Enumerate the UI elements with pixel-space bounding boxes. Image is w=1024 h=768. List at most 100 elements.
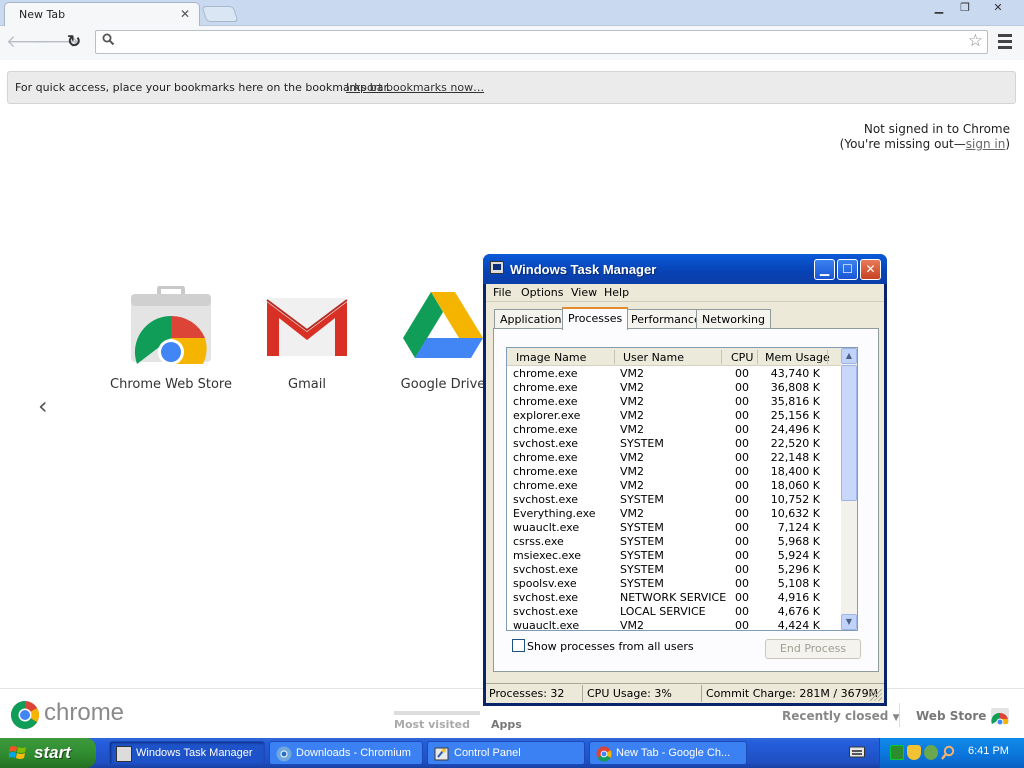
new-tab-button[interactable] (201, 6, 239, 22)
menu-options[interactable]: Options (521, 286, 563, 299)
app-tile-gmail[interactable]: Gmail (239, 286, 375, 392)
keyboard-icon[interactable] (849, 745, 865, 759)
taskbar-item-downloads[interactable]: Downloads - Chromium (269, 741, 423, 765)
address-bar[interactable]: ☆ (95, 30, 988, 54)
recently-closed-link[interactable]: Recently closed ▼ (782, 709, 899, 723)
menu-help[interactable]: Help (604, 286, 629, 299)
process-user-name: VM2 (620, 423, 645, 436)
minimize-icon[interactable]: ▁ (814, 259, 835, 280)
security-shield-icon[interactable] (907, 745, 921, 760)
process-row[interactable]: msiexec.exe SYSTEM 00 5,924 K (507, 549, 842, 563)
reload-icon[interactable]: ↻ (62, 31, 86, 55)
process-mem-usage: 4,916 K (777, 591, 820, 604)
tab-processes[interactable]: Processes (562, 307, 629, 330)
tab-networking[interactable]: Networking (696, 309, 771, 329)
bookmark-star-icon[interactable]: ☆ (968, 31, 983, 51)
close-icon[interactable]: ✕ (860, 259, 881, 280)
column-mem-usage[interactable]: Mem Usage (765, 351, 830, 364)
restore-icon[interactable]: ❐ (952, 1, 978, 17)
process-user-name: SYSTEM (620, 563, 664, 576)
show-all-users-option[interactable]: Show processes from all users (512, 639, 694, 653)
process-row[interactable]: chrome.exe VM2 00 36,808 K (507, 381, 842, 395)
process-list[interactable]: Image Name User Name CPU Mem Usage chrom… (506, 347, 858, 631)
taskbar-item-task-manager[interactable]: Windows Task Manager (109, 741, 265, 765)
menu-file[interactable]: File (493, 286, 511, 299)
taskbar-item-control-panel[interactable]: Control Panel (427, 741, 585, 765)
process-row[interactable]: chrome.exe VM2 00 43,740 K (507, 367, 842, 381)
process-row[interactable]: chrome.exe VM2 00 18,400 K (507, 465, 842, 479)
taskbar-item-new-tab[interactable]: New Tab - Google Ch... (589, 741, 747, 765)
show-all-users-checkbox[interactable] (512, 639, 525, 652)
process-row[interactable]: chrome.exe VM2 00 24,496 K (507, 423, 842, 437)
process-cpu: 00 (735, 619, 749, 631)
process-row[interactable]: explorer.exe VM2 00 25,156 K (507, 409, 842, 423)
scroll-down-icon[interactable]: ▼ (841, 614, 857, 630)
minimize-icon[interactable]: ▁ (926, 1, 952, 17)
updates-icon[interactable] (924, 745, 938, 760)
process-mem-usage: 22,520 K (770, 437, 820, 450)
process-row[interactable]: svchost.exe LOCAL SERVICE 00 4,676 K (507, 605, 842, 619)
taskbar-item-label: Downloads - Chromium (296, 747, 411, 759)
scroll-up-icon[interactable]: ▲ (841, 348, 857, 364)
process-row[interactable]: svchost.exe NETWORK SERVICE 00 4,916 K (507, 591, 842, 605)
chrome-menu-icon[interactable] (998, 31, 1014, 53)
maximize-icon[interactable]: ☐ (837, 259, 858, 280)
import-bookmarks-link[interactable]: Import bookmarks now… (346, 81, 484, 94)
search-icon[interactable] (941, 745, 955, 760)
windows-flag-icon (9, 746, 26, 759)
process-row[interactable]: chrome.exe VM2 00 22,148 K (507, 451, 842, 465)
network-icon[interactable] (890, 745, 904, 760)
task-manager-titlebar[interactable]: Windows Task Manager ▁ ☐ ✕ (483, 254, 887, 284)
column-cpu[interactable]: CPU (731, 351, 753, 364)
chrome-web-store-icon[interactable] (990, 705, 1010, 725)
tab-close-icon[interactable]: ✕ (180, 7, 190, 21)
status-process-count: Processes: 32 (489, 687, 565, 700)
most-visited-link[interactable]: Most visited (394, 711, 480, 731)
process-row[interactable]: csrss.exe SYSTEM 00 5,968 K (507, 535, 842, 549)
start-button[interactable]: start (0, 738, 96, 768)
vertical-scrollbar[interactable]: ▲ ▼ (841, 348, 857, 630)
resize-grip[interactable] (870, 689, 882, 701)
process-row[interactable]: wuauclt.exe VM2 00 4,424 K (507, 619, 842, 631)
column-user-name[interactable]: User Name (623, 351, 684, 364)
process-user-name: SYSTEM (620, 493, 664, 506)
signin-status: Not signed in to Chrome (You're missing … (840, 122, 1010, 152)
process-row[interactable]: svchost.exe SYSTEM 00 10,752 K (507, 493, 842, 507)
forward-arrow-icon[interactable]: 🡒 (34, 31, 80, 55)
process-row[interactable]: spoolsv.exe SYSTEM 00 5,108 K (507, 577, 842, 591)
process-row[interactable]: chrome.exe VM2 00 18,060 K (507, 479, 842, 493)
chrome-web-store-icon (131, 285, 211, 365)
tab-performance[interactable]: Performance (625, 309, 707, 329)
tab-new-tab[interactable]: New Tab ✕ (4, 2, 200, 26)
signin-prefix: (You're missing out— (839, 137, 966, 151)
process-user-name: SYSTEM (620, 549, 664, 562)
column-image-name[interactable]: Image Name (516, 351, 586, 364)
process-rows: chrome.exe VM2 00 43,740 K chrome.exe VM2 00 36… (507, 367, 842, 631)
apps-link[interactable]: Apps (491, 711, 522, 731)
google-drive-icon (403, 292, 483, 358)
column-divider[interactable] (827, 350, 828, 364)
process-image-name: svchost.exe (513, 437, 579, 450)
process-image-name: spoolsv.exe (513, 577, 577, 590)
process-row[interactable]: svchost.exe SYSTEM 00 5,296 K (507, 563, 842, 577)
process-row[interactable]: svchost.exe SYSTEM 00 22,520 K (507, 437, 842, 451)
process-row[interactable]: Everything.exe VM2 00 10,632 K (507, 507, 842, 521)
end-process-button[interactable]: End Process (765, 639, 861, 659)
back-arrow-icon[interactable]: 🡐 (6, 31, 52, 55)
process-row[interactable]: wuauclt.exe SYSTEM 00 7,124 K (507, 521, 842, 535)
process-user-name: VM2 (620, 507, 645, 520)
column-divider[interactable] (614, 350, 615, 364)
process-mem-usage: 22,148 K (770, 451, 820, 464)
process-mem-usage: 5,968 K (777, 535, 820, 548)
web-store-link[interactable]: Web Store (916, 709, 986, 723)
column-divider[interactable] (757, 350, 758, 364)
process-row[interactable]: chrome.exe VM2 00 35,816 K (507, 395, 842, 409)
app-tile-chrome-web-store[interactable]: Chrome Web Store (103, 285, 239, 392)
menu-bar: File Options View Help (486, 284, 884, 302)
menu-view[interactable]: View (571, 286, 597, 299)
sign-in-link[interactable]: sign in (966, 137, 1006, 151)
scrollbar-thumb[interactable] (841, 365, 857, 501)
close-icon[interactable]: ✕ (982, 1, 1014, 17)
chevron-left-icon[interactable]: ‹ (38, 392, 48, 420)
column-divider[interactable] (721, 350, 722, 364)
